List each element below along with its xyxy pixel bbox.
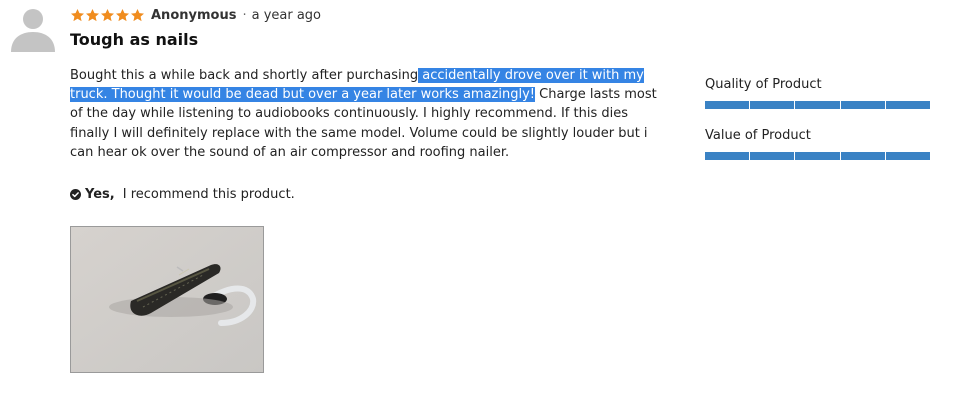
- recommend-comma: ,: [109, 187, 115, 202]
- user-avatar-icon: [11, 9, 55, 52]
- review-title: Tough as nails: [70, 30, 199, 49]
- check-circle-icon: [70, 189, 81, 200]
- star-icon: [101, 8, 114, 21]
- recommend-text: I recommend this product.: [122, 187, 295, 202]
- recommend-answer: Yes: [85, 187, 110, 202]
- rating-quality-label: Quality of Product: [705, 77, 822, 92]
- rating-segment: [795, 101, 841, 109]
- star-icon: [71, 8, 84, 21]
- rating-segment: [750, 101, 796, 109]
- rating-segment: [840, 152, 886, 160]
- rating-segment: [705, 152, 751, 160]
- rating-quality-bar: [705, 101, 931, 109]
- rating-segment: [885, 152, 931, 160]
- review-body-text: Bought this a while back and shortly aft…: [70, 68, 419, 83]
- rating-segment: [795, 152, 841, 160]
- review-photo[interactable]: [70, 226, 264, 373]
- product-ratings: Quality of Product Value of Product: [705, 76, 931, 178]
- rating-value-bar: [705, 152, 931, 160]
- rating-segment: [705, 101, 751, 109]
- review-body: Bought this a while back and shortly aft…: [70, 66, 670, 162]
- rating-segment: [885, 101, 931, 109]
- rating-segment: [750, 152, 796, 160]
- review-time: a year ago: [251, 7, 321, 23]
- rating-value-label: Value of Product: [705, 128, 811, 143]
- headset-photo-image: [71, 227, 263, 372]
- star-icon: [116, 8, 129, 21]
- review-header: Anonymous · a year ago: [70, 5, 321, 25]
- recommendation: Yes, I recommend this product.: [70, 187, 295, 202]
- review-card: Anonymous · a year ago Tough as nails Bo…: [0, 0, 956, 403]
- rating-value: Value of Product: [705, 127, 931, 160]
- star-icon: [86, 8, 99, 21]
- rating-quality: Quality of Product: [705, 76, 931, 109]
- star-icon: [131, 8, 144, 21]
- rating-segment: [840, 101, 886, 109]
- star-rating: [70, 8, 145, 23]
- separator-dot: ·: [242, 7, 247, 23]
- author-name: Anonymous: [151, 7, 237, 23]
